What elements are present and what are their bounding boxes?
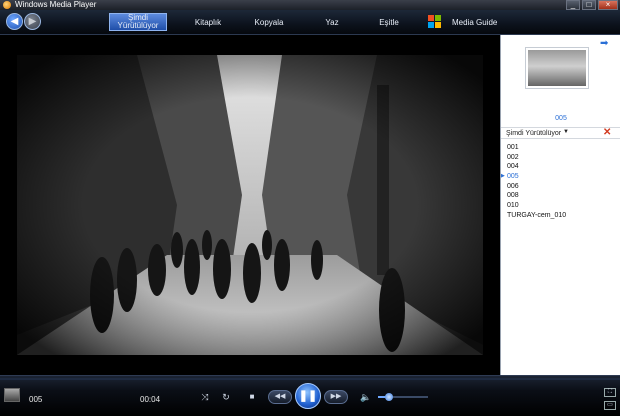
speaker-icon[interactable]: 🔈 bbox=[360, 390, 372, 404]
navigation-bar: ◀ ▶ Şimdi Yürütülüyor Kitaplık Kopyala Y… bbox=[0, 10, 620, 35]
video-thumbnail bbox=[525, 47, 589, 89]
clear-list-icon[interactable]: ✕ bbox=[603, 127, 611, 138]
switch-to-skin-icon[interactable]: ▭ bbox=[604, 401, 616, 410]
album-art-area: ➡ 005 bbox=[501, 35, 620, 127]
video-frame[interactable] bbox=[17, 55, 483, 355]
control-bar: 005 00:04 ⤨ ↻ ■ ◀◀ ❚❚ ▶▶ 🔈 ⛶ ▭ bbox=[0, 375, 620, 416]
stop-button[interactable]: ■ bbox=[245, 390, 259, 404]
close-button[interactable]: × bbox=[598, 0, 618, 10]
fullscreen-icon[interactable]: ⛶ bbox=[604, 388, 616, 397]
arrow-right-icon[interactable]: ➡ bbox=[600, 38, 608, 49]
volume-slider[interactable] bbox=[378, 393, 428, 401]
window-title: Windows Media Player bbox=[15, 0, 97, 9]
list-item-current[interactable]: ▶ 005 bbox=[501, 172, 620, 182]
now-playing-thumbnail-icon bbox=[4, 388, 20, 402]
title-bar: Windows Media Player _ □ × bbox=[0, 0, 620, 10]
previous-button[interactable]: ◀◀ bbox=[268, 390, 292, 404]
volume-knob[interactable] bbox=[385, 393, 393, 401]
list-item[interactable]: 001 bbox=[501, 143, 620, 153]
shuffle-icon[interactable]: ⤨ bbox=[198, 390, 212, 404]
playlist-header: Şimdi Yürütülüyor ▼ ✕ bbox=[501, 127, 620, 139]
tab-rip[interactable]: Kopyala bbox=[245, 13, 293, 31]
now-playing-title: 005 bbox=[29, 395, 43, 404]
chevron-down-icon[interactable]: ▼ bbox=[563, 129, 569, 135]
tab-media-guide[interactable]: Media Guide bbox=[428, 13, 508, 31]
tab-burn[interactable]: Yaz bbox=[312, 13, 352, 31]
minimize-button[interactable]: _ bbox=[566, 0, 580, 10]
list-item[interactable]: 006 bbox=[501, 182, 620, 192]
maximize-button[interactable]: □ bbox=[582, 0, 596, 10]
list-item[interactable]: 004 bbox=[501, 162, 620, 172]
arrow-left-icon: ◀ bbox=[10, 16, 19, 27]
seek-bar[interactable] bbox=[0, 378, 620, 380]
video-area[interactable] bbox=[0, 35, 500, 375]
playlist-pane: ➡ 005 Şimdi Yürütülüyor ▼ ✕ 001 002 004 … bbox=[500, 35, 620, 375]
street-scene-image bbox=[17, 55, 483, 355]
list-item[interactable]: 008 bbox=[501, 191, 620, 201]
tab-library[interactable]: Kitaplık bbox=[183, 13, 233, 31]
list-item[interactable]: 002 bbox=[501, 153, 620, 163]
elapsed-time: 00:04 bbox=[140, 395, 161, 404]
list-item[interactable]: TURGAY-cem_010 bbox=[501, 211, 620, 221]
tab-media-guide-label: Media Guide bbox=[452, 17, 498, 27]
next-button[interactable]: ▶▶ bbox=[324, 390, 348, 404]
thumbnail-image bbox=[528, 50, 586, 86]
playlist: 001 002 004 ▶ 005 006 008 010 TURGAY-cem_… bbox=[501, 143, 620, 221]
pause-button[interactable]: ❚❚ bbox=[295, 383, 321, 409]
tab-sync[interactable]: Eşitle bbox=[368, 13, 410, 31]
media-player-icon bbox=[3, 1, 11, 9]
back-button[interactable]: ◀ bbox=[6, 13, 23, 30]
arrow-right-icon: ▶ bbox=[28, 16, 37, 27]
windows-logo-icon bbox=[428, 15, 442, 29]
tab-now-playing[interactable]: Şimdi Yürütülüyor bbox=[109, 13, 167, 31]
current-marker-icon: ▶ bbox=[501, 173, 505, 180]
list-item[interactable]: 010 bbox=[501, 201, 620, 211]
playlist-label[interactable]: Şimdi Yürütülüyor bbox=[506, 130, 561, 137]
forward-button[interactable]: ▶ bbox=[24, 13, 41, 30]
repeat-icon[interactable]: ↻ bbox=[219, 390, 233, 404]
current-item-title: 005 bbox=[555, 115, 567, 122]
